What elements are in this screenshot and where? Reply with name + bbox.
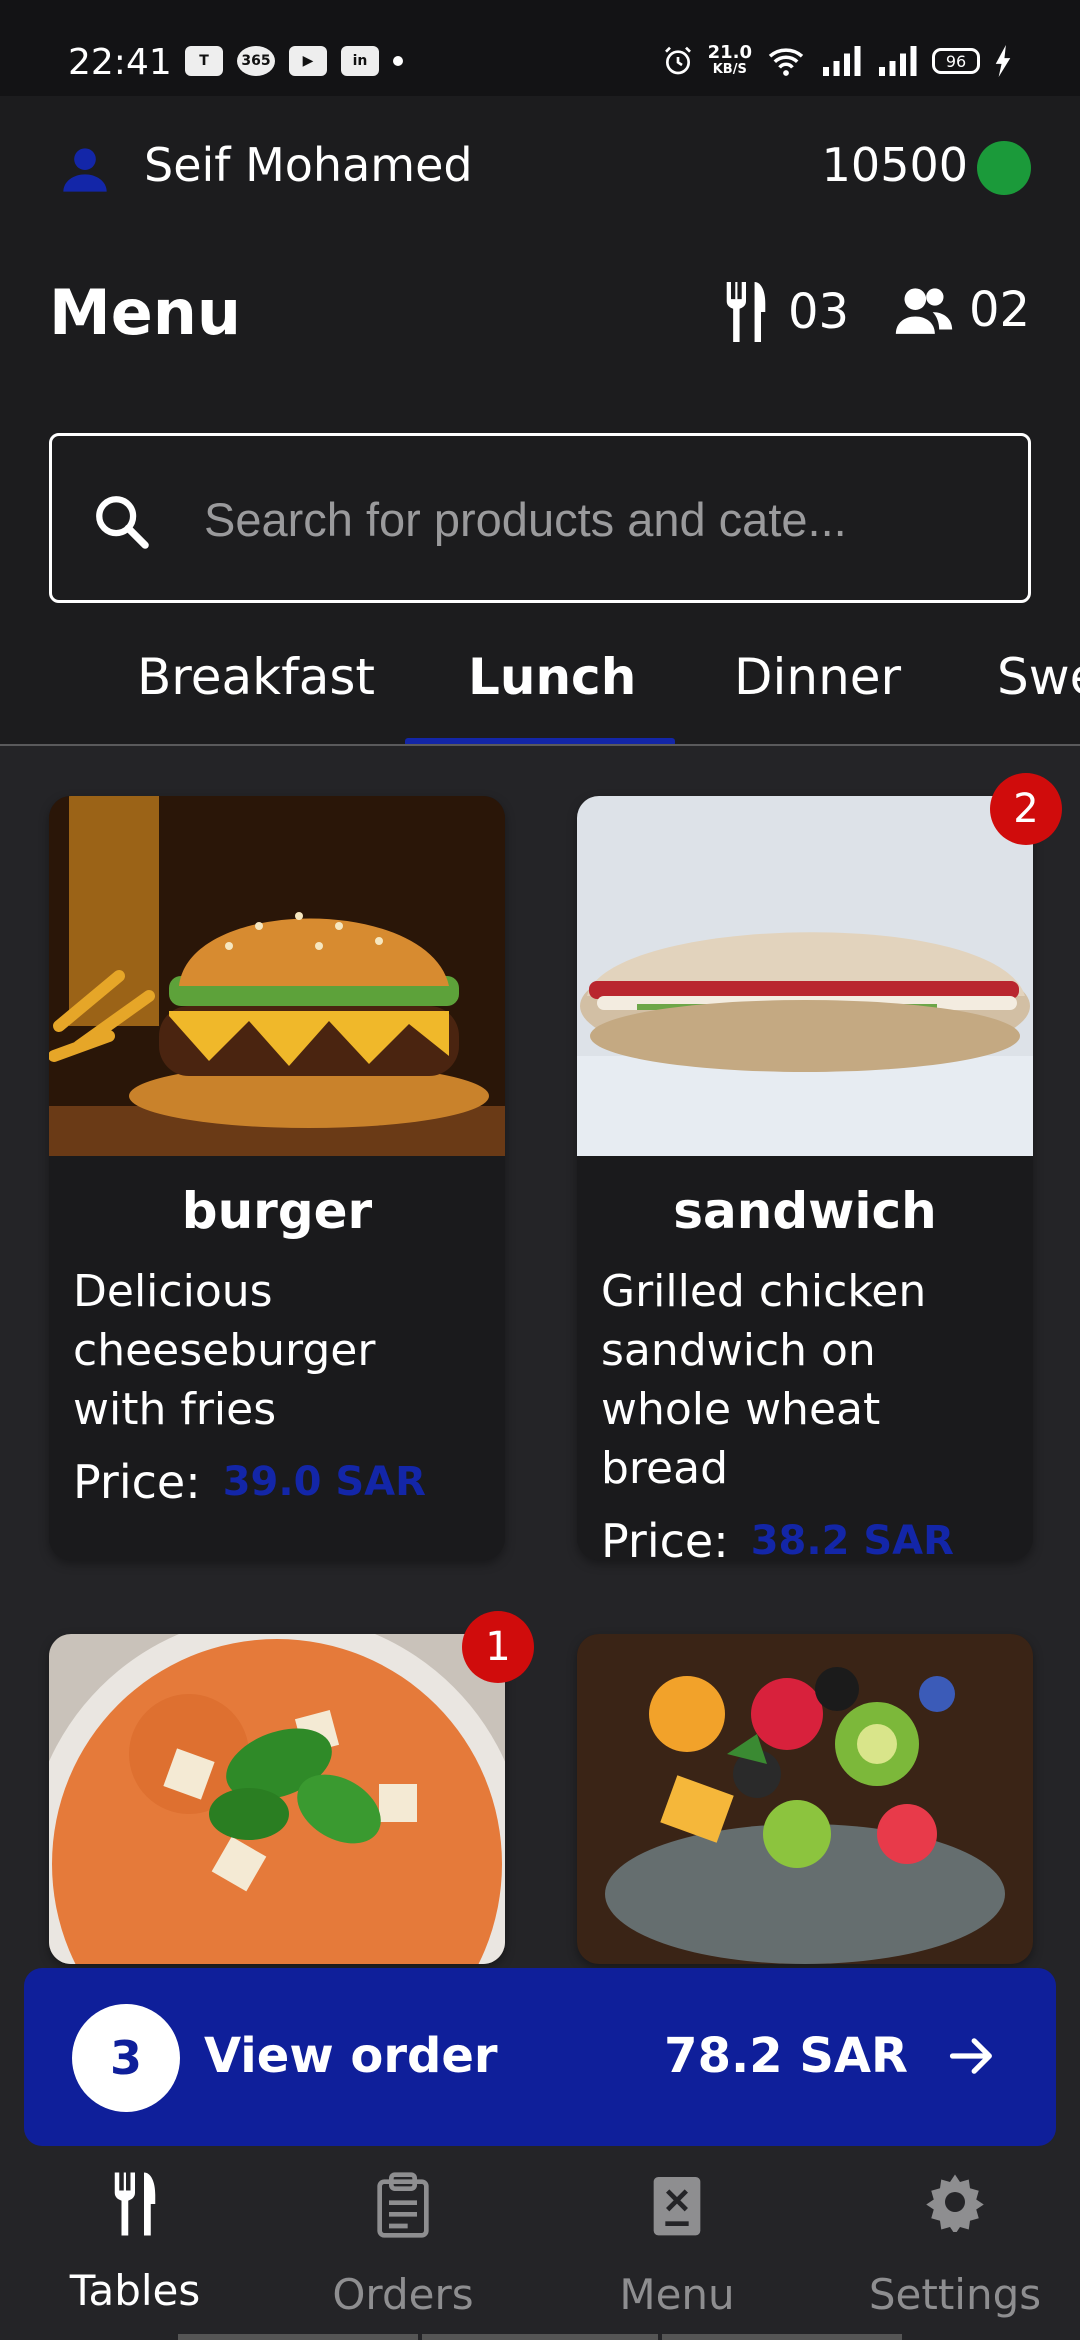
signal-icon-2 [879, 46, 917, 76]
signal-icon [823, 46, 861, 76]
price-value: 39.0 SAR [222, 1459, 426, 1505]
product-name: sandwich [673, 1182, 937, 1240]
search-icon [96, 496, 149, 549]
bottom-navigation: Tables Orders Menu Settings [0, 2160, 1080, 2340]
online-status-indicator [977, 141, 1031, 195]
guests-count-value: 02 [969, 282, 1031, 338]
sandwich-image [577, 796, 1033, 1156]
gesture-bar-segment [178, 2334, 418, 2340]
network-speed: 21.0 KB/S [707, 42, 752, 78]
cart-quantity-badge: 2 [990, 773, 1062, 845]
order-total: 78.2 SAR [664, 2028, 908, 2084]
price-value: 38.2 SAR [750, 1518, 954, 1560]
product-card-burger[interactable]: burger Delicious cheeseburger with fries… [49, 796, 505, 1560]
cart-quantity-badge: 1 [462, 1611, 534, 1683]
alarm-icon [664, 46, 691, 75]
price-label: Price: [73, 1455, 201, 1509]
view-order-label: View order [204, 2028, 498, 2084]
users-icon [895, 288, 953, 334]
status-bar: 22:41 T 365 ▶ in 21.0 KB/S 96 [0, 0, 1080, 96]
status-app-icons: T 365 ▶ in [185, 46, 403, 76]
charging-icon [995, 45, 1011, 77]
balance-value: 10500 [821, 138, 968, 192]
youtube-icon: ▶ [289, 46, 327, 76]
fork-knife-icon [114, 2172, 156, 2236]
product-price-row: Price: 39.0 SAR [49, 1455, 505, 1509]
office-365-icon: 365 [237, 46, 275, 76]
fruit-salad-image [577, 1634, 1033, 1964]
product-card-sandwich[interactable]: sandwich Grilled chicken sandwich on who… [577, 796, 1033, 1560]
product-price-row: Price: 38.2 SAR [577, 1514, 1033, 1560]
nav-label: Menu [619, 2270, 735, 2319]
category-tabs: Breakfast Lunch Dinner Swe [0, 620, 1080, 746]
page-title: Menu [49, 276, 242, 349]
nav-orders[interactable]: Orders [268, 2160, 538, 2340]
teams-icon: T [185, 46, 223, 76]
burger-image [49, 796, 505, 1156]
gesture-bar-segment [662, 2334, 902, 2340]
product-card-soup[interactable] [49, 1634, 505, 1964]
status-time: 22:41 [68, 42, 172, 83]
status-right: 21.0 KB/S 96 [662, 44, 1012, 78]
tables-count-value: 03 [788, 284, 850, 340]
search-input[interactable] [202, 488, 986, 550]
wifi-icon [768, 48, 804, 76]
guests-count: 02 [895, 282, 1030, 338]
nav-settings[interactable]: Settings [820, 2160, 1080, 2340]
active-tab-indicator [405, 738, 675, 744]
menu-book-icon [653, 2177, 701, 2236]
fork-knife-icon [726, 282, 766, 342]
product-name: burger [181, 1182, 373, 1240]
user-name: Seif Mohamed [144, 138, 473, 192]
user-icon [63, 148, 107, 192]
nav-label: Settings [868, 2270, 1042, 2319]
nav-tables[interactable]: Tables [0, 2160, 270, 2340]
battery-indicator: 96 [932, 48, 980, 74]
gear-icon [926, 2174, 984, 2232]
tab-dinner[interactable]: Dinner [734, 648, 901, 706]
tab-lunch[interactable]: Lunch [468, 648, 636, 706]
gesture-bar-segment [422, 2334, 658, 2340]
product-description: Delicious cheeseburger with fries [73, 1266, 376, 1435]
nav-label: Tables [69, 2266, 201, 2315]
tab-breakfast[interactable]: Breakfast [137, 648, 375, 706]
soup-image [49, 1634, 505, 1964]
nav-menu[interactable]: Menu [542, 2160, 812, 2340]
price-label: Price: [601, 1514, 729, 1560]
clipboard-icon [377, 2172, 429, 2238]
search-box[interactable] [49, 433, 1031, 603]
nav-label: Orders [332, 2270, 474, 2319]
tab-sweets[interactable]: Swe [997, 648, 1080, 706]
tables-count: 03 [720, 282, 849, 342]
linkedin-icon: in [341, 46, 379, 76]
product-description: Grilled chicken sandwich on whole wheat … [601, 1266, 927, 1494]
view-order-button[interactable]: 3 View order 78.2 SAR [24, 1968, 1056, 2146]
order-item-count: 3 [72, 2004, 180, 2112]
arrow-right-icon [949, 2038, 992, 2074]
product-card-fruit-salad[interactable] [577, 1634, 1033, 1964]
more-notifications-icon [393, 56, 403, 66]
